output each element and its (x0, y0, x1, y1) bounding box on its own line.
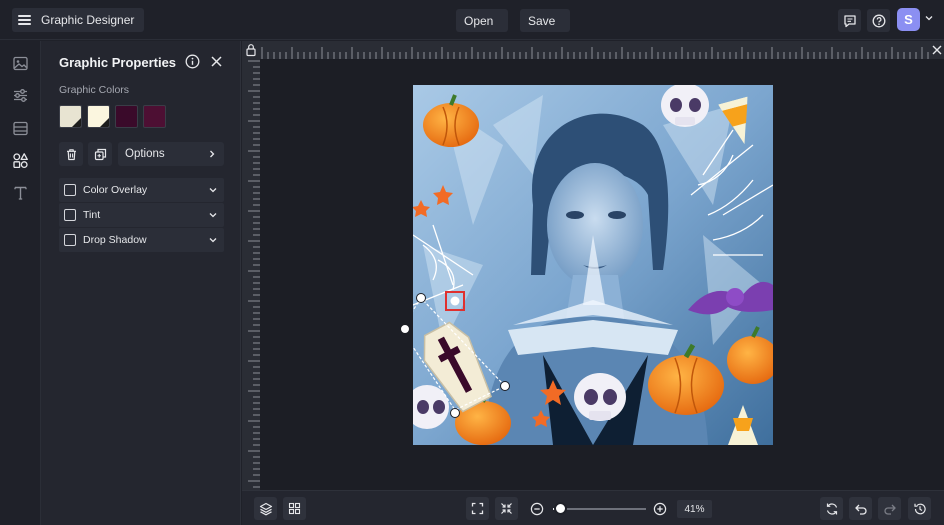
drop-shadow-toggle[interactable]: Drop Shadow (59, 228, 224, 252)
graphic-colors-label: Graphic Colors (59, 84, 130, 96)
resize-handle[interactable] (450, 408, 460, 418)
effect-label: Color Overlay (83, 184, 148, 196)
ruler-collapse[interactable] (930, 41, 944, 59)
chevron-down-icon (209, 213, 217, 218)
color-swatch[interactable] (59, 105, 82, 128)
zoom-in-icon[interactable] (653, 502, 667, 516)
chevron-down-icon (209, 188, 217, 193)
save-button[interactable]: Save (520, 9, 570, 32)
delete-button[interactable] (59, 142, 83, 166)
resize-handle[interactable] (416, 293, 426, 303)
app-title: Graphic Designer (41, 13, 135, 27)
skull (574, 373, 626, 421)
color-swatch[interactable] (143, 105, 166, 128)
effect-label: Tint (83, 209, 101, 221)
user-avatar[interactable]: S (897, 8, 920, 31)
flip-button[interactable] (820, 497, 843, 520)
options-button[interactable]: Options (118, 142, 224, 166)
close-icon[interactable] (210, 55, 223, 68)
zoom-percentage[interactable]: 41% (677, 500, 712, 518)
horizontal-ruler (260, 41, 930, 59)
color-swatch[interactable] (87, 105, 110, 128)
resize-handle[interactable] (500, 381, 510, 391)
ruler-lock[interactable] (242, 41, 260, 59)
fit-to-screen-button[interactable] (466, 497, 489, 520)
shrink-icon (501, 503, 512, 514)
zoom-slider-track[interactable] (562, 508, 646, 510)
artboard[interactable] (413, 85, 773, 445)
skull (661, 85, 709, 127)
grid-icon (288, 502, 301, 515)
undo-icon (854, 504, 867, 515)
chevron-right-icon (210, 150, 215, 158)
grid-button[interactable] (283, 497, 306, 520)
eye (566, 211, 584, 219)
image-icon[interactable] (12, 55, 29, 72)
rotate-handle-dot (450, 296, 460, 306)
duplicate-button[interactable] (88, 142, 112, 166)
zoom-slider-handle[interactable] (553, 502, 567, 515)
fit-screen-icon (471, 502, 484, 515)
trash-icon (66, 148, 76, 160)
color-overlay-toggle[interactable]: Color Overlay (59, 178, 224, 202)
lock-icon (246, 44, 256, 57)
chevron-down-icon (209, 238, 217, 243)
canvas-area[interactable] (242, 41, 944, 490)
checkbox[interactable] (64, 234, 76, 246)
effect-label: Drop Shadow (83, 234, 147, 246)
shapes-icon[interactable] (12, 152, 29, 169)
open-button[interactable]: Open (456, 9, 508, 32)
chevron-down-icon[interactable] (925, 14, 933, 22)
zoom-out-icon[interactable] (530, 502, 544, 516)
duplicate-icon (94, 148, 106, 160)
checkbox[interactable] (64, 184, 76, 196)
info-icon[interactable] (185, 54, 200, 69)
help-button[interactable] (867, 9, 890, 32)
redo-icon (883, 504, 896, 515)
checkbox[interactable] (64, 209, 76, 221)
undo-button[interactable] (849, 497, 872, 520)
layers-icon (259, 502, 272, 515)
tint-toggle[interactable]: Tint (59, 203, 224, 227)
close-icon (932, 45, 942, 55)
flip-icon (826, 502, 837, 515)
hamburger-icon (18, 15, 31, 25)
outer-handle[interactable] (400, 324, 410, 334)
shrink-button[interactable] (495, 497, 518, 520)
layout-icon[interactable] (12, 120, 29, 137)
redo-button[interactable] (878, 497, 901, 520)
top-bar: Graphic Designer Open Save S (0, 0, 944, 40)
help-icon (872, 14, 885, 27)
app-menu-button[interactable]: Graphic Designer (12, 8, 145, 32)
open-label: Open (464, 13, 494, 28)
history-icon (913, 503, 926, 514)
text-icon[interactable] (12, 184, 29, 201)
color-swatch[interactable] (115, 105, 138, 128)
panel-title: Graphic Properties (59, 55, 177, 70)
eye (608, 211, 626, 219)
comments-button[interactable] (838, 9, 861, 32)
save-label: Save (528, 13, 556, 28)
sliders-icon[interactable] (12, 87, 29, 104)
comment-icon (843, 14, 856, 27)
layers-button[interactable] (254, 497, 277, 520)
graphic-properties-panel: Graphic Properties Graphic Colors Option… (41, 41, 241, 525)
vertical-ruler (242, 59, 260, 490)
history-button[interactable] (908, 497, 931, 520)
tool-rail (0, 41, 41, 525)
options-label: Options (125, 148, 165, 160)
bottom-toolbar: 41% (242, 490, 944, 525)
